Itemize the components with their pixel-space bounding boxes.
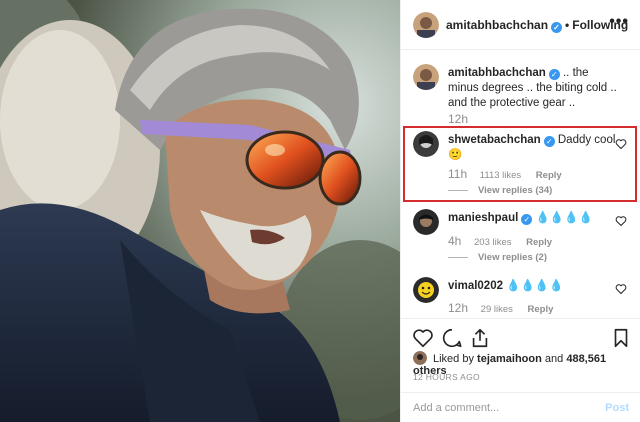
add-comment-bar: Post [401, 392, 640, 422]
comment-text: 💧💧💧💧 [535, 212, 593, 224]
caption-body: amitabhbachchan ✓ .. the minus degrees ..… [448, 66, 618, 111]
comment-meta: 4h 203 likes Reply [448, 234, 552, 248]
post-timestamp[interactable]: 12 HOURS AGO [413, 372, 480, 382]
comment-text: 💧💧💧💧 [506, 280, 564, 292]
comment-time[interactable]: 11h [448, 167, 467, 181]
reply-button[interactable]: Reply [528, 304, 554, 315]
comment-icon[interactable] [441, 327, 463, 349]
verified-icon: ✓ [548, 69, 560, 80]
comment-body: vimal0202 💧💧💧💧 [448, 279, 618, 294]
comment-likes[interactable]: 203 likes [474, 237, 512, 248]
comment-like-heart-icon[interactable] [615, 138, 627, 150]
bookmark-icon[interactable] [610, 327, 632, 349]
separator-dot: • [565, 18, 570, 32]
caption-username[interactable]: amitabhbachchan [448, 67, 546, 79]
liker-avatar[interactable] [413, 351, 427, 365]
owner-username[interactable]: amitabhbachchan [446, 18, 548, 32]
commenter-avatar[interactable] [413, 131, 439, 157]
post-photo[interactable] [0, 0, 400, 422]
comment-username[interactable]: shwetabachchan [448, 134, 541, 146]
comment-like-heart-icon[interactable] [615, 283, 627, 295]
like-heart-icon[interactable] [412, 327, 434, 349]
view-replies-button[interactable]: View replies (34) [448, 185, 552, 196]
view-replies-label: View replies (34) [478, 185, 553, 196]
liker-username[interactable]: tejamaihoon [477, 353, 542, 365]
more-options-icon[interactable]: ••• [609, 13, 629, 31]
commenter-avatar[interactable] [413, 209, 439, 235]
view-replies-label: View replies (2) [478, 252, 547, 263]
comment-meta: 12h 29 likes Reply [448, 301, 553, 315]
caption-time[interactable]: 12h [448, 112, 468, 126]
caption-meta: 12h [448, 112, 478, 126]
liked-by-connector: and [544, 353, 564, 365]
comment-username[interactable]: vimal0202 [448, 280, 503, 292]
add-comment-input[interactable] [413, 402, 593, 414]
action-bar [401, 318, 640, 350]
comment-time[interactable]: 12h [448, 301, 468, 315]
divider-line [448, 256, 468, 258]
comment-like-heart-icon[interactable] [615, 215, 627, 227]
commenter-avatar[interactable] [413, 277, 439, 303]
view-replies-button[interactable]: View replies (2) [448, 252, 547, 263]
post-comment-button[interactable]: Post [605, 402, 629, 414]
divider-line [448, 189, 468, 191]
comment-time[interactable]: 4h [448, 234, 461, 248]
reply-button[interactable]: Reply [536, 170, 562, 181]
reply-button[interactable]: Reply [526, 237, 552, 248]
comment-body: shwetabachchan ✓ Daddy cool 🙂 [448, 133, 618, 163]
owner-username-line: amitabhbachchan ✓ • Following [446, 18, 628, 33]
verified-icon: ✓ [551, 22, 563, 33]
comment-meta: 11h 1113 likes Reply [448, 167, 562, 181]
comment-likes[interactable]: 29 likes [481, 304, 513, 315]
liked-by-prefix: Liked by [433, 353, 474, 365]
comment-body: manieshpaul ✓ 💧💧💧💧 [448, 211, 618, 226]
comment-username[interactable]: manieshpaul [448, 212, 518, 224]
verified-icon: ✓ [543, 136, 555, 147]
verified-icon: ✓ [521, 214, 533, 225]
owner-avatar[interactable] [413, 12, 439, 38]
caption-avatar[interactable] [413, 64, 439, 90]
post-image [0, 0, 400, 422]
post-side-panel: amitabhbachchan ✓ • Following ••• amitabhba… [400, 0, 640, 422]
share-icon[interactable] [469, 327, 491, 349]
post-header: amitabhbachchan ✓ • Following ••• [401, 0, 640, 50]
comment-likes[interactable]: 1113 likes [480, 170, 521, 181]
